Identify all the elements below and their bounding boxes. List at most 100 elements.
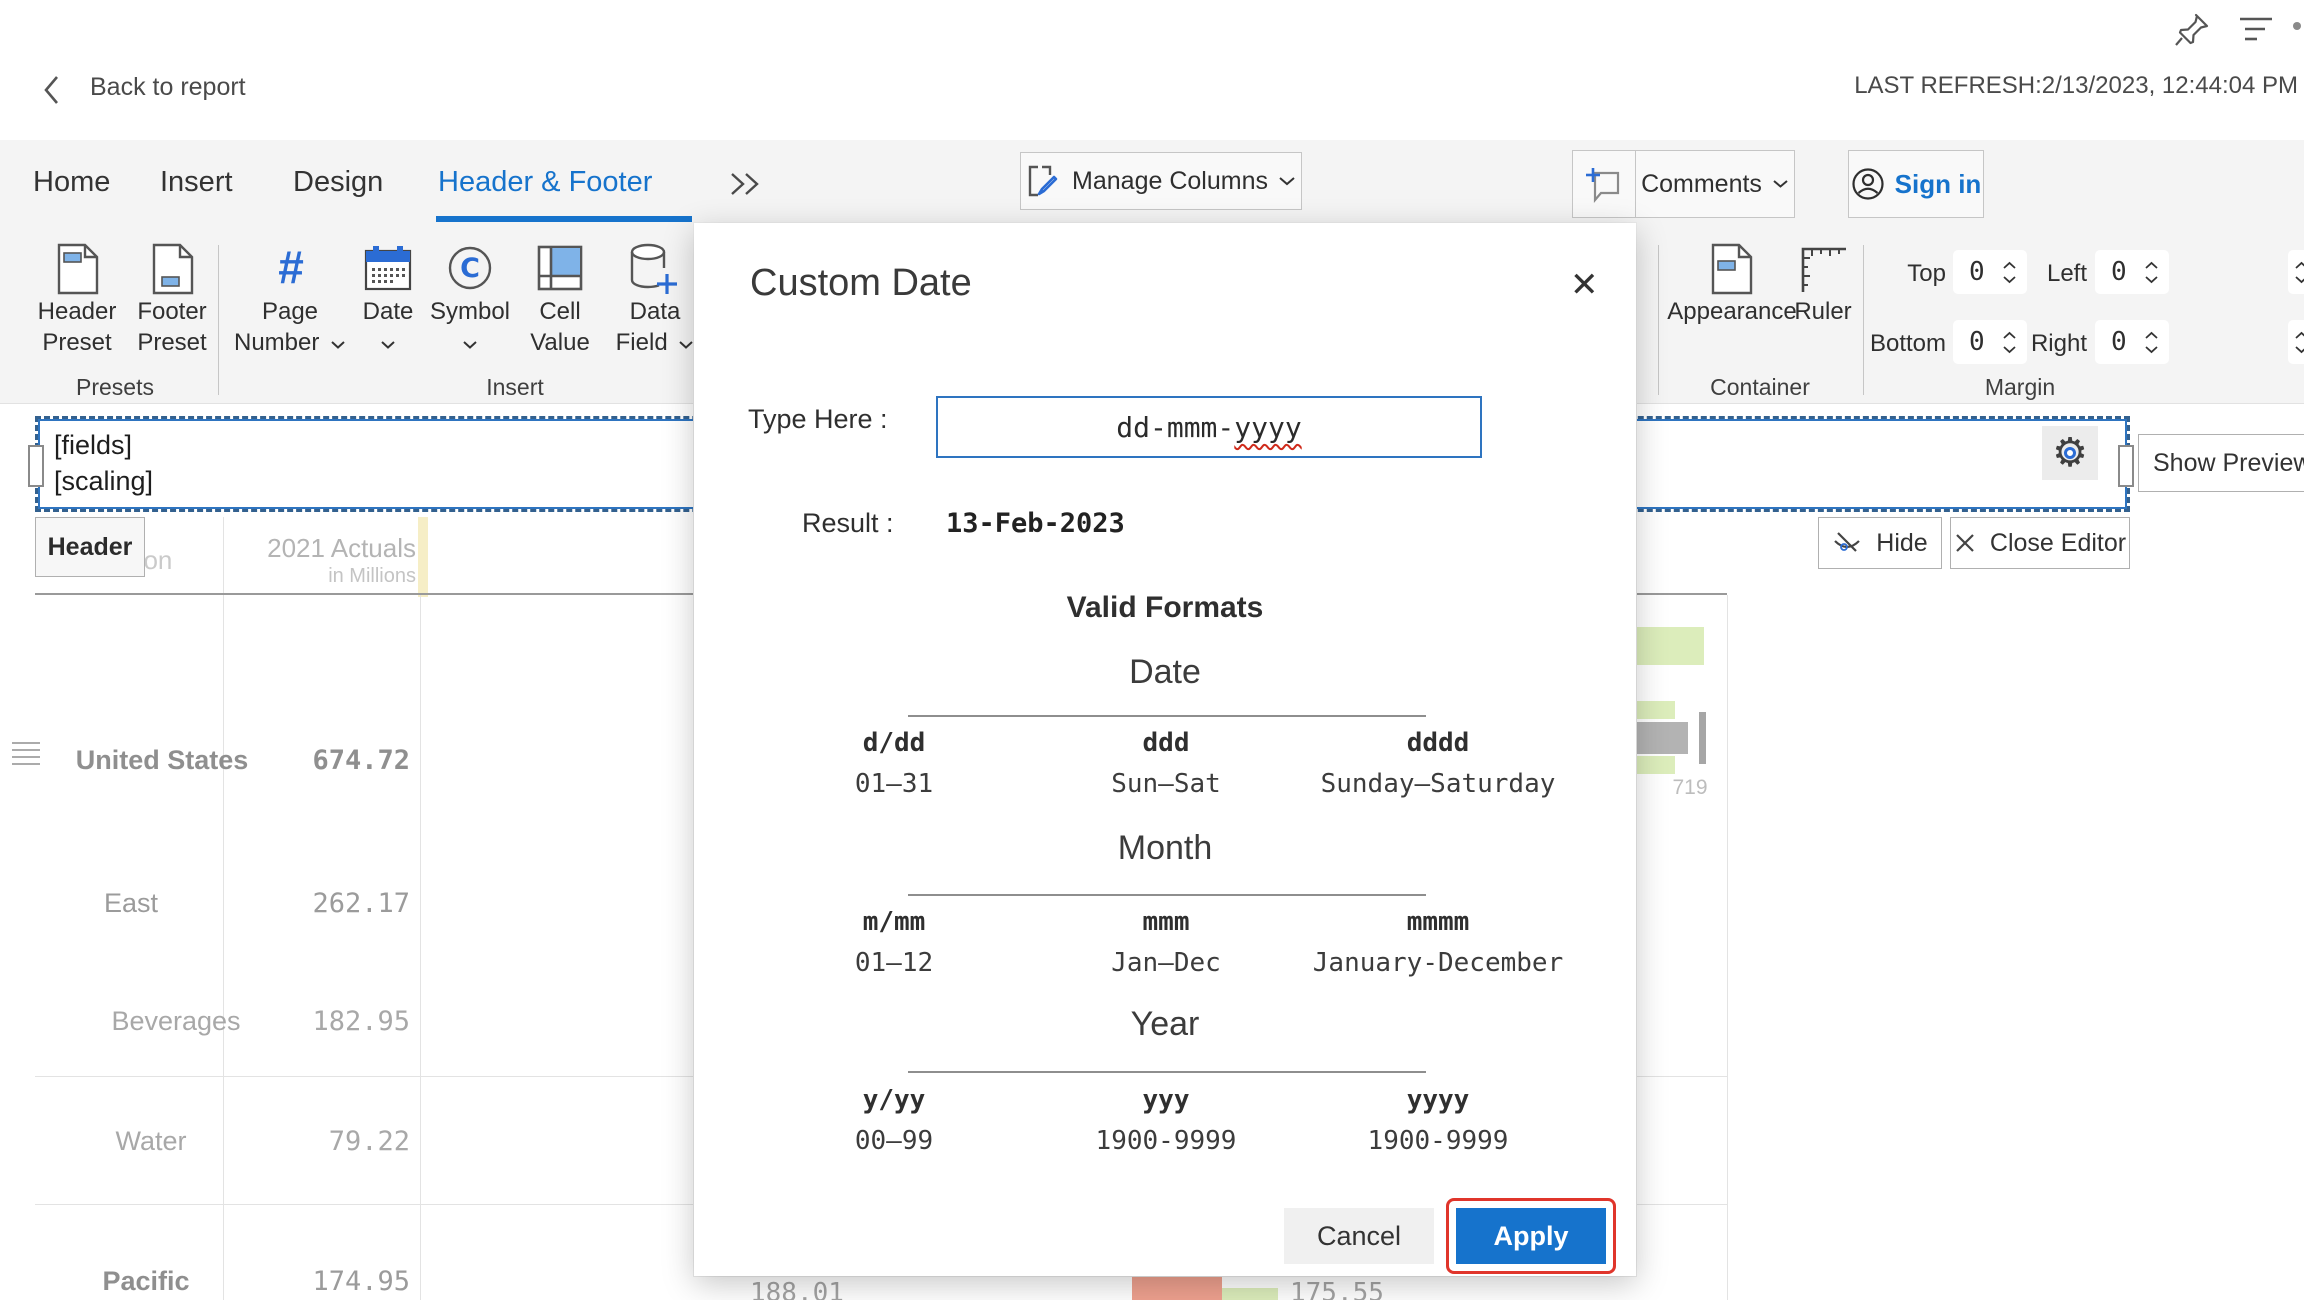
sign-in-label: Sign in: [1895, 169, 1982, 200]
margin-left-label: Left: [2022, 258, 2087, 289]
sign-in-button[interactable]: Sign in: [1848, 150, 1984, 218]
chevron-down-icon: [678, 340, 694, 350]
hide-label: Hide: [1876, 529, 1927, 558]
header-preset-button[interactable]: [55, 243, 101, 295]
back-label[interactable]: Back to report: [90, 73, 390, 102]
chevron-down-icon: [1278, 176, 1296, 187]
margin-top-stepper[interactable]: 0: [1953, 250, 2027, 294]
result-label: Result :: [802, 508, 894, 539]
cancel-button[interactable]: Cancel: [1284, 1208, 1434, 1264]
table-row-value: 674.72: [200, 745, 410, 776]
symbol-button[interactable]: C: [446, 244, 494, 292]
filter-icon[interactable]: [2238, 16, 2274, 44]
kebab-menu-icon[interactable]: [2293, 22, 2301, 30]
bar-data-label: 719: [1648, 776, 1732, 800]
edge-stepper-partial[interactable]: [2288, 250, 2304, 294]
presets-group-label: Presets: [55, 374, 175, 401]
chevron-down-icon: [2294, 275, 2304, 284]
margin-group-label: Margin: [1960, 374, 2080, 401]
table-row-value: 262.17: [200, 888, 410, 919]
tab-home[interactable]: Home: [33, 166, 110, 199]
person-icon: [1851, 167, 1885, 201]
close-icon: [1954, 532, 1976, 554]
ruler-label[interactable]: Ruler: [1768, 296, 1878, 327]
close-editor-button[interactable]: Close Editor: [1950, 517, 2130, 569]
chevron-down-icon: [462, 340, 478, 350]
manage-columns-button[interactable]: Manage Columns: [1020, 152, 1302, 210]
column-highlight-strip: [418, 517, 428, 597]
ribbon-overflow-icon[interactable]: [728, 170, 764, 198]
chevron-down-icon: [2294, 345, 2304, 354]
format-range: January-December: [1248, 948, 1628, 978]
cell-value-button[interactable]: [536, 244, 584, 292]
actuals-column-header: 2021 Actuals: [200, 533, 416, 564]
salmon-bar: [1132, 1276, 1222, 1300]
ruler-button[interactable]: [1798, 244, 1848, 294]
chevron-down-icon: [380, 340, 396, 350]
pin-icon[interactable]: [2172, 10, 2212, 50]
footer-preset-label[interactable]: Footer Preset: [112, 296, 232, 358]
container-group-label: Container: [1700, 374, 1820, 401]
dialog-title: Custom Date: [750, 262, 972, 305]
app-window: Back to report LAST REFRESH:2/13/2023, 1…: [0, 0, 2304, 1300]
result-value: 13-Feb-2023: [946, 508, 1125, 539]
calendar-icon: [363, 243, 413, 293]
group-divider: [1658, 245, 1659, 395]
active-tab-underline: [436, 216, 692, 222]
manage-columns-icon: [1026, 163, 1062, 199]
data-field-icon: [626, 242, 678, 296]
partial-row-value: 188.01: [750, 1278, 840, 1300]
chevron-up-icon: [2144, 261, 2159, 270]
tab-insert[interactable]: Insert: [160, 166, 233, 199]
edge-stepper-partial[interactable]: [2288, 320, 2304, 364]
insert-group-label: Insert: [455, 374, 575, 401]
show-preview-label: Show Preview: [2153, 449, 2304, 478]
partial-row-value: 175.55: [1290, 1278, 1390, 1300]
tab-design[interactable]: Design: [293, 166, 383, 199]
header-settings-button[interactable]: ⚙: [2042, 426, 2098, 480]
header-preset-icon: [55, 243, 101, 295]
format-range: 1900-9999: [1248, 1126, 1628, 1156]
comments-button[interactable]: Comments: [1635, 150, 1795, 218]
table-row-value: 79.22: [200, 1126, 410, 1157]
custom-date-input[interactable]: dd-mmm-yyyy: [936, 396, 1482, 458]
svg-text:C: C: [460, 253, 480, 284]
dialog-close-button[interactable]: ✕: [1570, 265, 1599, 305]
table-row-value: 174.95: [200, 1266, 410, 1297]
footer-preset-icon: [150, 243, 196, 295]
tab-header-footer[interactable]: Header & Footer: [438, 166, 652, 199]
show-preview-button[interactable]: Show Preview: [2138, 434, 2304, 492]
close-editor-label: Close Editor: [1990, 529, 2126, 558]
apply-button[interactable]: Apply: [1456, 1208, 1606, 1264]
format-section-title: Month: [694, 829, 1636, 868]
comments-label: Comments: [1641, 170, 1762, 199]
format-section-title: Year: [694, 1005, 1636, 1044]
footer-preset-button[interactable]: [150, 243, 196, 295]
gear-center-dot: [2064, 447, 2076, 459]
valid-formats-title: Valid Formats: [694, 591, 1636, 625]
date-button[interactable]: [363, 243, 413, 293]
hide-button[interactable]: Hide: [1818, 517, 1942, 569]
custom-date-dialog: Custom Date ✕ Type Here : dd-mmm-yyyy Re…: [694, 223, 1636, 1276]
resize-handle-right[interactable]: [2118, 445, 2134, 487]
resize-handle-left[interactable]: [28, 445, 44, 487]
last-refresh-label: LAST REFRESH:2/13/2023, 12:44:04 PM: [1698, 72, 2298, 100]
section-divider: [908, 894, 1426, 896]
chevron-up-icon: [2144, 331, 2159, 340]
format-code: yyyy: [1248, 1085, 1628, 1115]
chevron-up-icon: [2002, 261, 2017, 270]
actuals-column-subheader: in Millions: [200, 565, 416, 588]
chevron-up-icon: [2294, 331, 2304, 340]
page-number-button[interactable]: #: [268, 240, 314, 294]
chevron-down-icon: [2144, 275, 2159, 284]
data-field-button[interactable]: [626, 242, 678, 296]
column-divider: [1727, 595, 1728, 1300]
eye-slash-icon: [1832, 531, 1862, 555]
section-divider: [908, 1071, 1426, 1073]
add-comment-button[interactable]: [1572, 150, 1636, 218]
appearance-button[interactable]: [1709, 243, 1755, 295]
header-section-tab[interactable]: Header: [35, 517, 145, 577]
row-drag-handle-icon[interactable]: [12, 742, 40, 765]
margin-left-stepper[interactable]: 0: [2095, 250, 2169, 294]
margin-right-stepper[interactable]: 0: [2095, 320, 2169, 364]
